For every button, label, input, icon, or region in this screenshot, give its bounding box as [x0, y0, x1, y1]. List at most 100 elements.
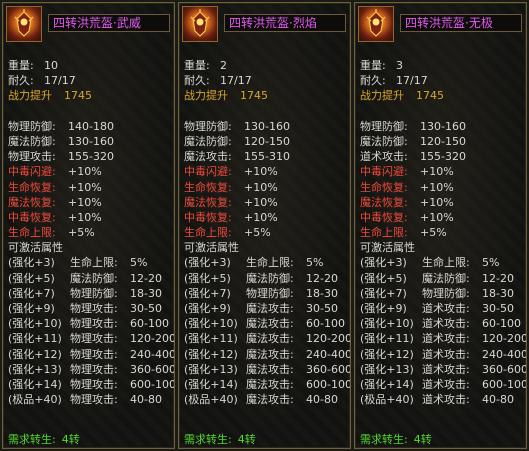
enhance-level: (强化+13) [8, 362, 62, 376]
enhance-value: 120-200 [130, 332, 175, 346]
enhance-label: 道术攻击: [422, 393, 470, 407]
enhance-value: 60-100 [306, 317, 345, 331]
enhance-level: (强化+11) [360, 332, 414, 346]
enhance-value: 30-50 [130, 302, 162, 315]
bonus-stat-label: 魔法恢复: [184, 195, 232, 209]
enhance-label: 魔法攻击: [246, 347, 294, 361]
enhance-value: 18-30 [306, 286, 338, 300]
enhance-value: 600-1000 [130, 377, 174, 391]
activatable-heading: 可激活属性 [360, 241, 415, 255]
item-header: 四转洪荒盔·烈焰 [182, 6, 350, 42]
durability-value: 17/17 [44, 74, 76, 88]
enhance-level: (强化+14) [360, 377, 414, 391]
bonus-stat-value: +10% [244, 180, 278, 194]
enhance-level: (强化+10) [8, 317, 62, 331]
enhance-label: 魔法防御: [422, 271, 470, 285]
base-stat-label: 物理防御: [360, 119, 408, 133]
base-stat-value: 140-180 [68, 119, 114, 133]
requirement-value: 4转 [413, 433, 432, 446]
enhance-value: 40-80 [306, 393, 338, 407]
bonus-stat-value: +10% [244, 210, 278, 224]
bonus-stat-label: 魔法恢复: [8, 195, 56, 209]
bonus-stat-value: +5% [420, 226, 447, 240]
enhance-value: 120-200 [482, 332, 527, 346]
power-label: 战力提升 [8, 89, 52, 103]
requirement-label: 需求转生: [184, 433, 232, 446]
enhance-value: 18-30 [482, 286, 514, 300]
base-stat-label: 物理攻击: [8, 150, 56, 164]
item-name: 四转洪荒盔·武威 [48, 14, 170, 32]
power-value: 1745 [240, 89, 268, 103]
enhance-label: 魔法攻击: [246, 377, 294, 391]
enhance-value: 360-600 [482, 362, 527, 376]
requirement-value: 4转 [237, 433, 256, 446]
base-stat-value: 130-160 [68, 134, 114, 148]
activatable-heading: 可激活属性 [184, 241, 239, 255]
enhance-level: (强化+5) [184, 271, 231, 285]
enhance-value: 240-400 [306, 347, 351, 361]
item-tooltip-2: 四转洪荒盔·烈焰 重量: 2 耐久: 17/17 战力提升 1745 物理防御: 130… [178, 2, 351, 449]
enhance-value: 60-100 [130, 317, 169, 331]
enhance-label: 道术攻击: [422, 362, 470, 376]
enhance-value: 600-1000 [306, 377, 350, 391]
durability-label: 耐久: [360, 74, 386, 88]
base-stat-label: 物理防御: [184, 119, 232, 133]
power-label: 战力提升 [360, 89, 404, 103]
enhance-value: 12-20 [130, 271, 162, 285]
helmet-icon [182, 6, 218, 42]
base-stat-value: 130-160 [420, 119, 466, 133]
bonus-stat-label: 生命恢复: [360, 180, 408, 194]
bonus-stat-label: 生命上限: [8, 226, 56, 240]
base-stat-value: 120-150 [244, 134, 290, 148]
base-stat-value: 155-320 [68, 150, 114, 164]
bonus-stat-value: +10% [420, 180, 454, 194]
enhance-value: 60-100 [482, 317, 521, 331]
base-stat-value: 155-310 [244, 150, 290, 164]
enhance-level: (强化+12) [8, 347, 62, 361]
enhance-value: 40-80 [130, 393, 162, 407]
base-stat-label: 魔法防御: [360, 134, 408, 148]
requirement-label: 需求转生: [8, 433, 56, 446]
bonus-stat-value: +10% [420, 210, 454, 224]
item-header: 四转洪荒盔·武威 [6, 6, 174, 42]
power-value: 1745 [416, 89, 444, 103]
enhance-level: (强化+14) [8, 377, 62, 391]
enhance-level: (强化+13) [184, 362, 238, 376]
enhance-level: (极品+40) [360, 393, 414, 407]
requirement: 需求转生: 4转 [360, 431, 432, 447]
power-label: 战力提升 [184, 89, 228, 103]
enhance-level: (强化+12) [360, 347, 414, 361]
stat-list: 重量: 3 耐久: 17/17 战力提升 1745 物理防御: 130-160 魔法防御… [360, 58, 527, 407]
activatable-heading: 可激活属性 [8, 241, 63, 255]
durability-value: 17/17 [396, 74, 428, 88]
bonus-stat-value: +10% [68, 195, 102, 209]
enhance-label: 魔法攻击: [246, 393, 294, 407]
enhance-label: 生命上限: [70, 256, 118, 270]
enhance-label: 魔法攻击: [246, 332, 294, 346]
bonus-stat-label: 中毒闪避: [8, 165, 56, 179]
enhance-value: 5% [482, 256, 500, 270]
bonus-stat-label: 中毒闪避: [184, 165, 232, 179]
base-stat-label: 魔法防御: [8, 134, 56, 148]
enhance-level: (极品+40) [8, 393, 62, 407]
enhance-label: 物理攻击: [70, 347, 118, 361]
enhance-label: 物理攻击: [70, 393, 118, 407]
bonus-stat-value: +10% [244, 195, 278, 209]
enhance-label: 道术攻击: [422, 317, 470, 331]
enhance-level: (强化+3) [360, 256, 407, 270]
enhance-label: 道术攻击: [422, 377, 470, 391]
durability-label: 耐久: [8, 74, 34, 88]
enhance-label: 道术攻击: [422, 332, 470, 346]
enhance-value: 600-1000 [482, 377, 526, 391]
requirement-label: 需求转生: [360, 433, 408, 446]
enhance-value: 120-200 [306, 332, 351, 346]
enhance-level: (强化+9) [360, 302, 407, 315]
enhance-label: 魔法攻击: [246, 302, 294, 315]
enhance-level: (强化+5) [8, 271, 55, 285]
bonus-stat-label: 生命恢复: [184, 180, 232, 194]
enhance-level: (强化+14) [184, 377, 238, 391]
enhance-level: (强化+7) [8, 286, 55, 300]
bonus-stat-value: +10% [420, 195, 454, 209]
requirement: 需求转生: 4转 [184, 431, 256, 447]
base-stat-label: 魔法攻击: [184, 150, 232, 164]
